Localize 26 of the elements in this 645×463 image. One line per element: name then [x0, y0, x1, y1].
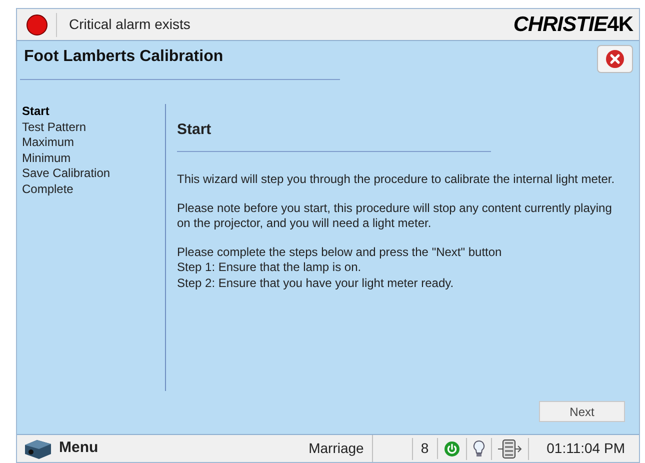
power-icon[interactable] [444, 440, 460, 456]
wizard-step: Test Pattern [22, 120, 165, 135]
projector-icon[interactable] [23, 438, 53, 460]
wizard-step: Minimum [22, 150, 165, 166]
next-button[interactable]: Next [539, 401, 625, 422]
brand-logo: CHRISTIE [513, 14, 608, 35]
wizard-step: Start [22, 104, 165, 120]
wizard-step: Maximum [22, 135, 165, 150]
wizard-step: Complete [22, 182, 165, 197]
menu-button[interactable]: Menu [59, 437, 98, 460]
close-icon [605, 49, 625, 69]
instruction-text: Step 1: Ensure that the lamp is on. [177, 260, 362, 276]
close-button[interactable] [597, 45, 633, 73]
lightbulb-icon[interactable] [472, 440, 485, 458]
instruction-text: Please complete the steps below and press the "Next" button [177, 244, 503, 260]
instruction-text: Please note before you start, this procedure will stop any content currently playing on the projector, and you will need a light meter. [177, 200, 613, 232]
dialog-title: Foot Lamberts Calibration [24, 48, 224, 65]
instruction-text: Step 2: Ensure that you have your light meter ready. [177, 276, 455, 291]
channel-count: 8 [412, 438, 438, 459]
alarm-message: Critical alarm exists [69, 15, 190, 34]
wizard-step: Save Calibration [22, 166, 165, 182]
page-heading: Start [177, 121, 212, 138]
instruction-text: This wizard will step you through the procedure to calibrate the internal light meter. [177, 172, 616, 188]
clock: 01:11:04 PM [546, 439, 625, 458]
show-name: Marriage [308, 435, 373, 462]
resolution-logo: 4K [607, 14, 633, 35]
